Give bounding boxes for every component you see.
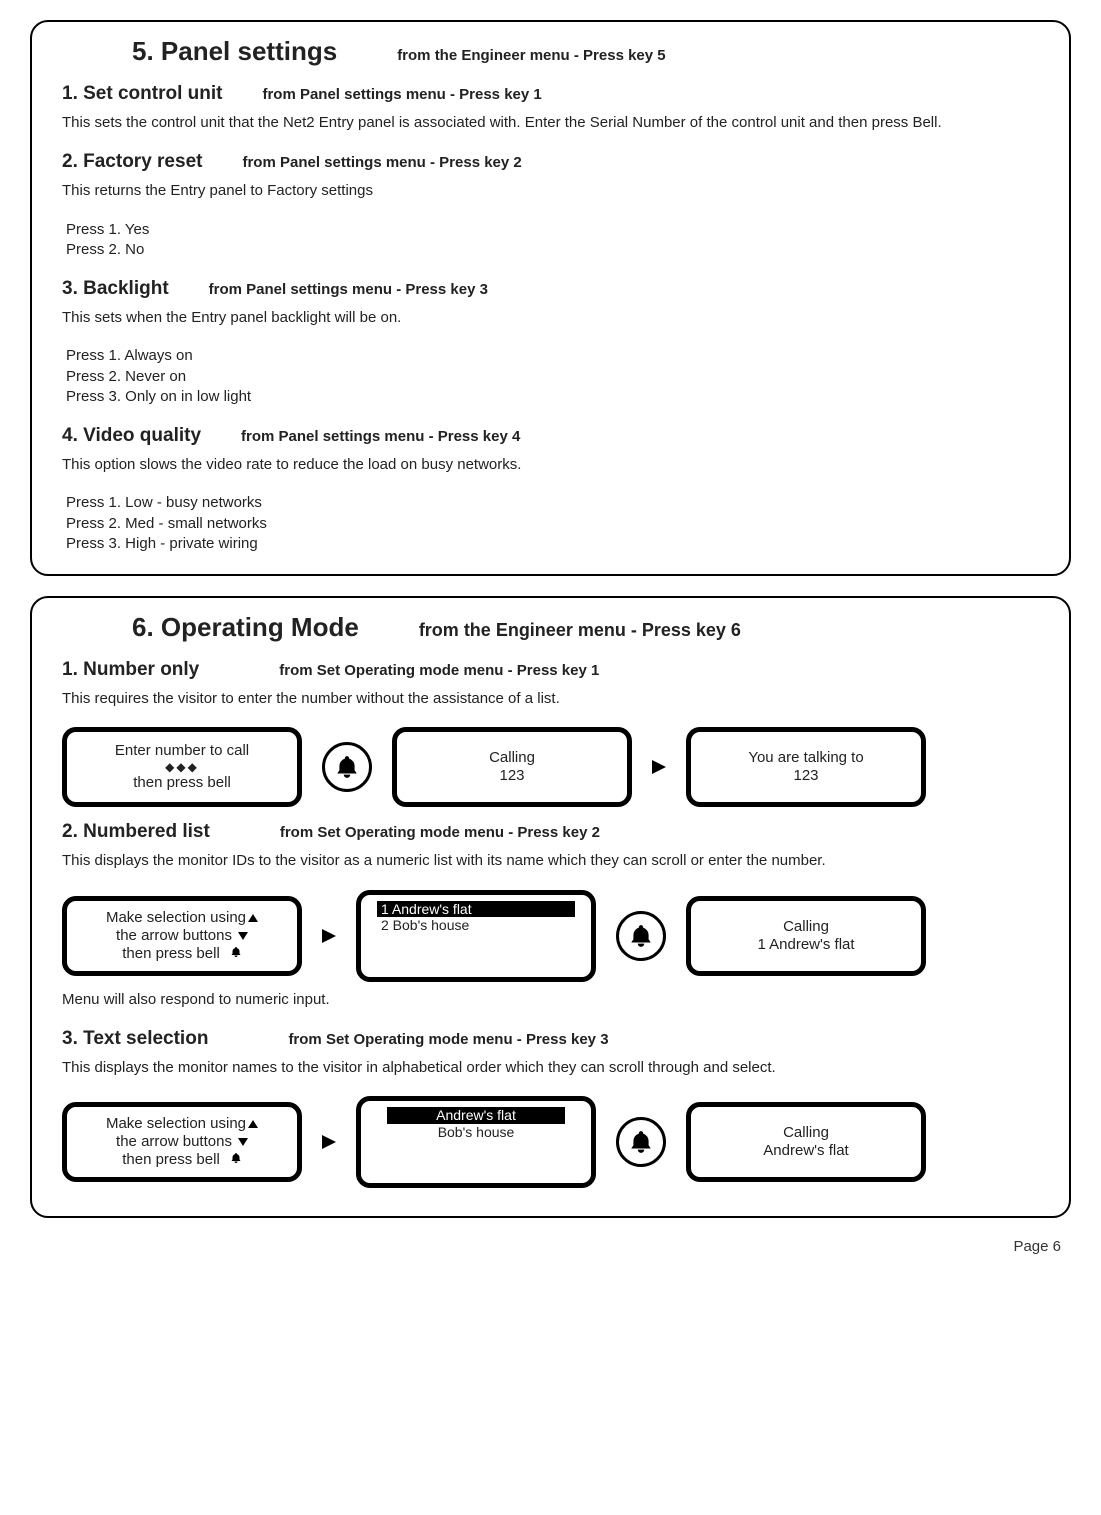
panel-6-operating-mode: 6. Operating Mode from the Engineer menu…: [30, 596, 1071, 1218]
page-footer: Page 6: [30, 1238, 1071, 1255]
p5-s4-opt2: Press 2. Med - small networks: [66, 514, 1039, 534]
bell-icon: [616, 1117, 666, 1167]
p5-s3-opt2: Press 2. Never on: [66, 367, 1039, 387]
lcd-line: Calling: [489, 749, 535, 767]
lcd-line: 1 Andrew's flat: [757, 936, 854, 954]
p5-s4-opt3: Press 3. High - private wiring: [66, 534, 1039, 554]
p5-s2-opt1: Press 1. Yes: [66, 220, 1039, 240]
lcd-line: Make selection using: [106, 1115, 246, 1133]
lcd-line: Calling: [783, 1124, 829, 1142]
lcd-line: You are talking to: [748, 749, 863, 767]
lcd-screen: Make selection using the arrow buttons t…: [62, 896, 302, 976]
p6-s2-body: This displays the monitor IDs to the vis…: [62, 851, 1039, 871]
down-arrow-icon: [238, 1138, 248, 1146]
up-arrow-icon: [248, 914, 258, 922]
lcd-selected-row: Andrew's flat: [387, 1107, 565, 1124]
bell-icon: [230, 1151, 242, 1169]
lcd-row: 2 Bob's house: [377, 917, 575, 934]
lcd-screen: You are talking to 123: [686, 727, 926, 807]
lcd-selected-row: 1 Andrew's flat: [377, 901, 575, 918]
arrow-right-icon: [322, 929, 336, 943]
p5-s3-opt1: Press 1. Always on: [66, 346, 1039, 366]
lcd-screen: Enter number to call ◆◆◆ then press bell: [62, 727, 302, 807]
p5-s4-sub: from Panel settings menu - Press key 4: [241, 428, 520, 445]
lcd-screen: Calling 123: [392, 727, 632, 807]
bell-icon: [616, 911, 666, 961]
p6-s3-sub: from Set Operating mode menu - Press key…: [288, 1031, 608, 1048]
p6-s3-title: 3. Text selection: [62, 1028, 208, 1050]
p6-s2-sub: from Set Operating mode menu - Press key…: [280, 824, 600, 841]
p5-s3-title: 3. Backlight: [62, 278, 169, 300]
lcd-row: Bob's house: [387, 1124, 565, 1141]
p5-s4-opt1: Press 1. Low - busy networks: [66, 493, 1039, 513]
p6-s1-sub: from Set Operating mode menu - Press key…: [279, 662, 599, 679]
p5-s2-sub: from Panel settings menu - Press key 2: [242, 154, 521, 171]
lcd-line: the arrow buttons: [116, 927, 232, 945]
lcd-line: Enter number to call: [115, 742, 249, 760]
panel6-title: 6. Operating Mode: [62, 612, 359, 643]
p5-s3-sub: from Panel settings menu - Press key 3: [209, 281, 488, 298]
lcd-screen: 1 Andrew's flat 2 Bob's house: [356, 890, 596, 982]
lcd-line: 123: [793, 767, 818, 785]
bell-icon: [322, 742, 372, 792]
lcd-line: Andrew's flat: [763, 1142, 848, 1160]
lcd-line: then press bell: [133, 774, 231, 792]
lcd-line: 123: [499, 767, 524, 785]
bell-icon: [230, 945, 242, 963]
down-arrow-icon: [238, 932, 248, 940]
p6-s3-body: This displays the monitor names to the v…: [62, 1058, 1039, 1078]
lcd-line: Make selection using: [106, 909, 246, 927]
p5-s1-body: This sets the control unit that the Net2…: [62, 113, 1039, 133]
p6-s1-body: This requires the visitor to enter the n…: [62, 689, 1039, 709]
p5-s4-body: This option slows the video rate to redu…: [62, 455, 1039, 475]
lcd-line: then press bell: [122, 945, 220, 963]
panel6-sub: from the Engineer menu - Press key 6: [419, 620, 741, 641]
p5-s3-opt3: Press 3. Only on in low light: [66, 387, 1039, 407]
lcd-line: ◆◆◆: [165, 760, 199, 774]
p5-s4-title: 4. Video quality: [62, 425, 201, 447]
panel5-sub: from the Engineer menu - Press key 5: [397, 47, 665, 64]
up-arrow-icon: [248, 1120, 258, 1128]
p5-s1-sub: from Panel settings menu - Press key 1: [262, 86, 541, 103]
p5-s1-title: 1. Set control unit: [62, 83, 222, 105]
panel-5-settings: 5. Panel settings from the Engineer menu…: [30, 20, 1071, 576]
p5-s2-title: 2. Factory reset: [62, 151, 202, 173]
panel5-title: 5. Panel settings: [62, 36, 337, 67]
p5-s3-body: This sets when the Entry panel backlight…: [62, 308, 1039, 328]
lcd-screen: Make selection using the arrow buttons t…: [62, 1102, 302, 1182]
lcd-screen: Calling Andrew's flat: [686, 1102, 926, 1182]
lcd-line: Calling: [783, 918, 829, 936]
p6-s2-title: 2. Numbered list: [62, 821, 210, 843]
lcd-screen: Calling 1 Andrew's flat: [686, 896, 926, 976]
p5-s2-body: This returns the Entry panel to Factory …: [62, 181, 1039, 201]
lcd-line: then press bell: [122, 1151, 220, 1169]
lcd-screen: Andrew's flat Bob's house: [356, 1096, 596, 1188]
arrow-right-icon: [322, 1135, 336, 1149]
lcd-line: the arrow buttons: [116, 1133, 232, 1151]
p5-s2-opt2: Press 2. No: [66, 240, 1039, 260]
p6-s2-note: Menu will also respond to numeric input.: [62, 990, 1039, 1010]
p6-s1-title: 1. Number only: [62, 659, 199, 681]
arrow-right-icon: [652, 760, 666, 774]
